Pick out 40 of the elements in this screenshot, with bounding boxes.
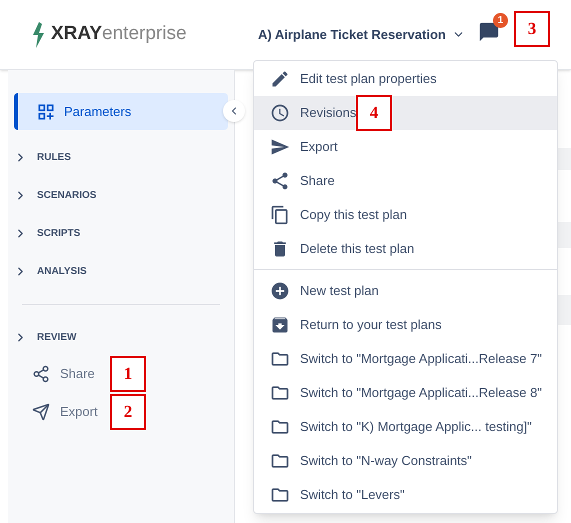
- menu-item[interactable]: Share: [254, 164, 557, 198]
- menu-item[interactable]: Switch to "Mortgage Applicati...Release 7": [254, 342, 557, 376]
- parameters-icon: [36, 102, 56, 122]
- collapse-button[interactable]: [223, 100, 245, 122]
- menu-item[interactable]: Switch to "Levers": [254, 478, 557, 512]
- callout-label: 4: [356, 95, 392, 131]
- menu-item[interactable]: Return to your test plans: [254, 308, 557, 342]
- menu-item[interactable]: Edit test plan properties: [254, 62, 557, 96]
- logo-text: XRAYenterprise: [51, 22, 187, 46]
- section-header[interactable]: REVIEW: [37, 330, 76, 344]
- section-header[interactable]: SCENARIOS: [37, 188, 96, 202]
- callout-label: 1: [110, 356, 146, 392]
- review-link[interactable]: Export: [60, 402, 98, 422]
- plan-title-dropdown[interactable]: A) Airplane Ticket Reservation: [258, 24, 465, 44]
- menu-item[interactable]: Revisions 4: [254, 96, 557, 130]
- sidebar-item[interactable]: Parameters: [14, 93, 228, 130]
- send-icon: [32, 403, 50, 421]
- share-icon: [270, 171, 290, 191]
- chat-icon: [478, 20, 500, 42]
- callout-label: 3: [514, 11, 550, 47]
- menu-item[interactable]: Switch to "N-way Constraints": [254, 444, 557, 478]
- copy-icon: [270, 205, 290, 225]
- notification-badge: 1: [492, 12, 508, 28]
- callout-label: 2: [110, 394, 146, 430]
- archive-icon: [270, 315, 290, 335]
- menu-item[interactable]: New test plan: [254, 274, 557, 308]
- section-header[interactable]: ANALYSIS: [37, 264, 87, 278]
- review-link[interactable]: Share: [60, 364, 95, 384]
- send-icon: [270, 137, 290, 157]
- menu-item[interactable]: Switch to "Mortgage Applicati...Release 8": [254, 376, 557, 410]
- section-header[interactable]: SCRIPTS: [37, 226, 80, 240]
- clock-icon: [270, 103, 290, 123]
- menu-item[interactable]: Switch to "K) Mortgage Applic... testing]": [254, 410, 557, 444]
- menu-item[interactable]: Copy this test plan: [254, 198, 557, 232]
- menu-item[interactable]: Delete this test plan: [254, 232, 557, 266]
- share-icon: [32, 365, 50, 383]
- section-header[interactable]: RULES: [37, 150, 71, 164]
- menu-item[interactable]: Export: [254, 130, 557, 164]
- lightning-logo-icon: [32, 22, 45, 48]
- pencil-icon: [270, 69, 290, 89]
